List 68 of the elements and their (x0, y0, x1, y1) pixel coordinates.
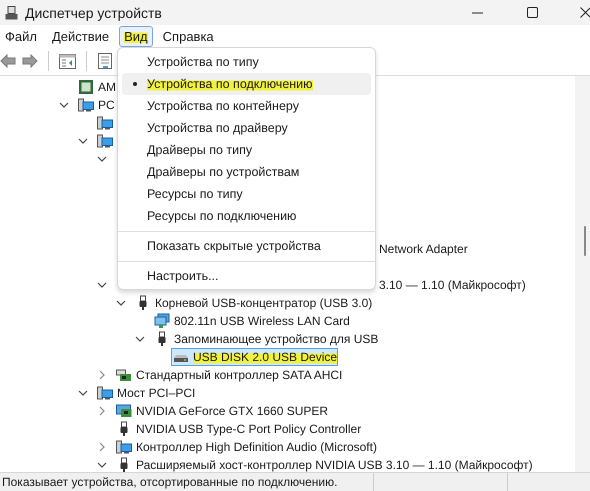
tree-item[interactable]: AM (76, 78, 117, 96)
chip-icon (78, 79, 94, 95)
window-title: Диспетчер устройств (25, 4, 162, 20)
device-name: Корневой USB-концентратор (USB 3.0) (155, 296, 372, 310)
scrollbar[interactable] (575, 76, 590, 472)
computer-icon (97, 385, 113, 401)
menu-item[interactable]: Устройства по контейнеру (122, 95, 371, 117)
menu-item[interactable]: Устройства по подключению (122, 73, 371, 95)
computer-icon (116, 439, 132, 455)
device-name: Стандартный контроллер SATA AHCI (136, 368, 342, 382)
tree-item[interactable]: Мост PCI–PCI (95, 384, 196, 402)
computer-icon (97, 133, 113, 149)
tree-item[interactable] (95, 114, 114, 132)
panel-icon[interactable] (59, 54, 76, 68)
computer-icon (97, 115, 113, 131)
tree-item[interactable] (95, 132, 114, 150)
tree-item[interactable]: NVIDIA USB Type-C Port Policy Controller (114, 420, 362, 438)
menu[interactable]: Справка (158, 26, 219, 46)
device-name: Мост PCI–PCI (117, 386, 196, 400)
back-arrow-icon[interactable] (0, 54, 16, 68)
scroll-thumb[interactable] (584, 226, 586, 256)
computer-icon (78, 97, 94, 113)
tree-item[interactable]: Корневой USB-концентратор (USB 3.0) (133, 294, 374, 312)
chevron-icon[interactable] (135, 334, 145, 344)
tree-item[interactable]: NVIDIA GeForce GTX 1660 SUPER (114, 402, 330, 420)
chevron-icon[interactable] (78, 136, 88, 146)
menu[interactable]: Файл (0, 26, 42, 46)
menu-item[interactable]: Ресурсы по типу (122, 183, 371, 205)
device-name: Network Adapter (379, 242, 468, 256)
forward-arrow-icon[interactable] (22, 54, 38, 68)
device-name: 802.11n USB Wireless LAN Card (174, 314, 350, 328)
tree-item[interactable]: Расширяемый хост-контроллер NVIDIA USB 3.10 — 1.10 (Майкрософт) (114, 456, 534, 472)
device-name: Запоминающее устройство для USB (174, 332, 378, 346)
chevron-icon[interactable] (97, 280, 107, 290)
graphics-card-icon (116, 403, 132, 419)
menu-item[interactable]: Устройства по драйверу (122, 117, 371, 139)
device-name: 3.10 — 1.10 (Майкрософт) (379, 278, 526, 292)
menu-item[interactable]: Драйверы по типу (122, 139, 371, 161)
status-text: Показывает устройства, отсортированные по подключению. (1, 475, 338, 489)
chevron-icon[interactable] (97, 460, 107, 470)
device-name: AM (98, 80, 116, 94)
menu-item[interactable]: Драйверы по устройствам (122, 161, 371, 183)
chevron-icon[interactable] (116, 298, 126, 308)
tree-item[interactable]: PC (76, 96, 116, 114)
tree-item[interactable]: 802.11n USB Wireless LAN Card (152, 312, 351, 330)
chevron-icon[interactable] (59, 100, 69, 110)
controller-icon (116, 367, 132, 383)
menu-item[interactable]: Устройства по типу (122, 51, 371, 73)
tree-item[interactable]: Контроллер High Definition Audio (Microsoft) (114, 438, 378, 456)
network-icon (154, 313, 170, 329)
device-name: Контроллер High Definition Audio (Microsoft) (136, 440, 377, 454)
device-name: NVIDIA GeForce GTX 1660 SUPER (136, 404, 328, 418)
tree-item[interactable]: USB DISK 2.0 USB Device (171, 348, 338, 366)
device-manager-icon (5, 6, 18, 20)
tree-item[interactable]: Стандартный контроллер SATA AHCI (114, 366, 344, 384)
chevron-icon[interactable] (78, 388, 88, 398)
menu[interactable]: Действие (46, 26, 114, 46)
properties-icon[interactable] (97, 53, 113, 69)
menu-item[interactable]: Показать скрытые устройства (122, 235, 371, 257)
chevron-icon[interactable] (97, 154, 107, 164)
menu[interactable]: Вид (119, 26, 153, 46)
device-name: Расширяемый хост-контроллер NVIDIA USB 3.10 — 1.10 (Майкрософт) (136, 458, 533, 472)
device-name: NVIDIA USB Type-C Port Policy Controller (136, 422, 362, 436)
device-name: PC (98, 98, 115, 112)
tree-item[interactable]: Запоминающее устройство для USB (152, 330, 380, 348)
menu-item[interactable]: Ресурсы по подключению (122, 205, 371, 227)
device-name: USB DISK 2.0 USB Device (193, 350, 338, 364)
menu-item[interactable]: Настроить... (122, 265, 371, 287)
